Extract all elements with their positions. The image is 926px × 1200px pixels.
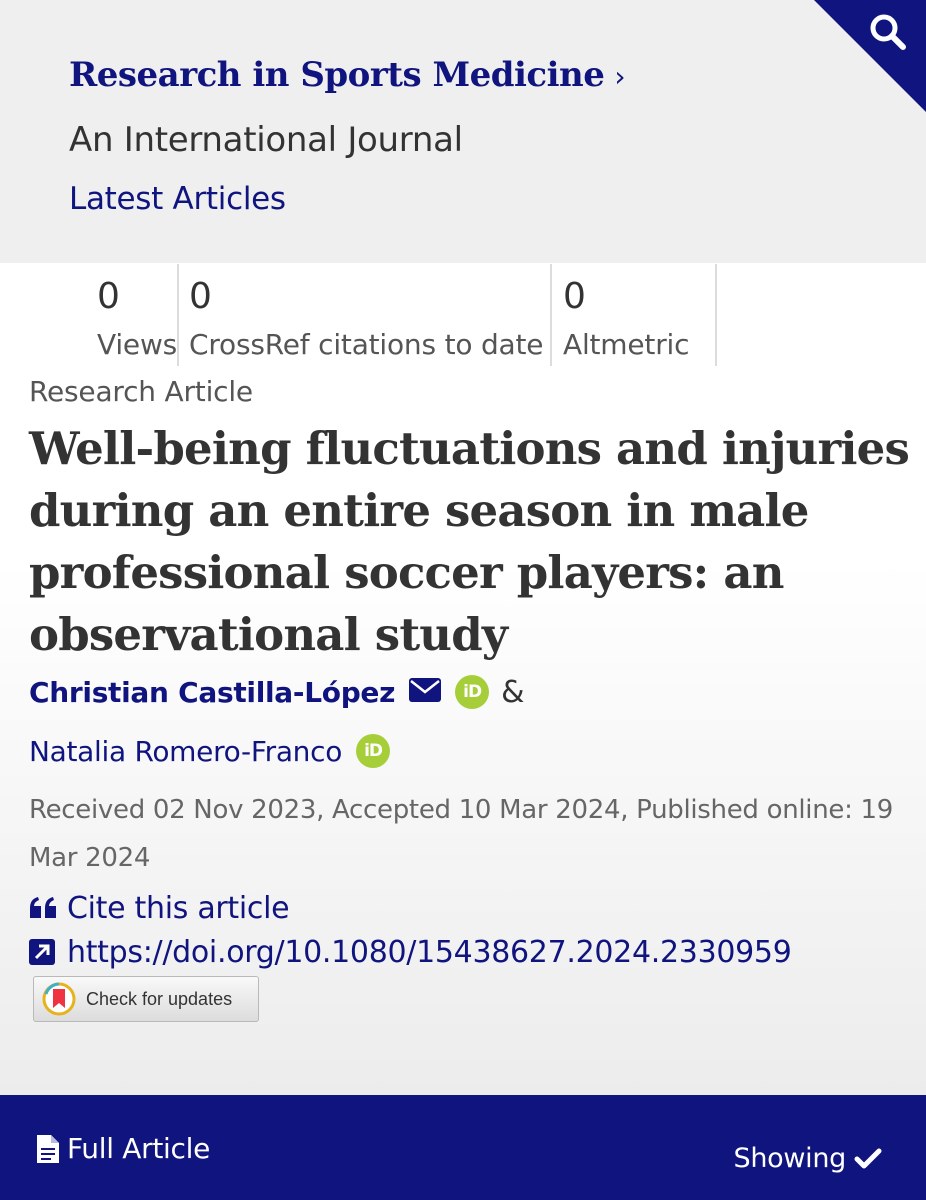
article-type: Research Article	[29, 375, 253, 408]
quote-icon	[29, 896, 63, 920]
author-link-romero-franco[interactable]: Natalia Romero-Franco	[29, 735, 342, 768]
chevron-right-icon: ›	[614, 60, 626, 93]
search-button[interactable]	[814, 0, 926, 112]
cite-label: Cite this article	[67, 890, 290, 926]
metric-label: Views	[97, 328, 178, 361]
metric-divider	[550, 264, 552, 366]
mail-icon[interactable]	[409, 678, 442, 706]
check-for-updates-button[interactable]: Check for updates	[33, 976, 259, 1022]
external-link-icon	[29, 939, 63, 965]
journal-subtitle: An International Journal	[69, 120, 463, 160]
journal-title-text: Research in Sports Medicine	[69, 55, 605, 95]
full-article-label: Full Article	[67, 1132, 211, 1165]
showing-label: Showing	[733, 1143, 846, 1174]
doi-link[interactable]: https://doi.org/10.1080/15438627.2024.23…	[29, 932, 792, 972]
publication-dates: Received 02 Nov 2023, Accepted 10 Mar 20…	[29, 795, 894, 873]
metric-divider	[715, 264, 717, 366]
showing-indicator: Showing	[733, 1143, 882, 1174]
metric-label: Altmetric	[563, 328, 690, 361]
document-icon	[37, 1134, 59, 1163]
author-link-castilla-lopez[interactable]: Christian Castilla-López	[29, 676, 395, 709]
orcid-icon[interactable]: iD	[455, 675, 490, 709]
author-line-2: Natalia Romero-Franco iD	[29, 731, 391, 771]
crossmark-icon	[42, 982, 76, 1016]
check-updates-label: Check for updates	[86, 988, 233, 1009]
bottom-tab-bar: Full Article Showing	[0, 1095, 926, 1200]
search-icon	[870, 14, 906, 50]
article-title: Well-being fluctuations and injuries dur…	[29, 422, 910, 661]
author-separator: &	[501, 674, 525, 710]
article-metrics: 0 Views 0 CrossRef citations to date 0 A…	[0, 264, 926, 368]
journal-header: Research in Sports Medicine › An Internat…	[0, 0, 926, 263]
doi-text: https://doi.org/10.1080/15438627.2024.23…	[67, 934, 792, 970]
metric-label: CrossRef citations to date	[189, 328, 544, 361]
latest-articles-link[interactable]: Latest Articles	[69, 181, 286, 217]
full-article-tab[interactable]: Full Article	[37, 1132, 210, 1165]
metric-value: 0	[97, 276, 120, 317]
checkmark-icon	[854, 1148, 882, 1168]
author-line-1: Christian Castilla-López iD &	[29, 672, 525, 712]
cite-this-article-link[interactable]: Cite this article	[29, 888, 290, 928]
journal-title-link[interactable]: Research in Sports Medicine ›	[69, 55, 626, 95]
orcid-icon[interactable]: iD	[356, 734, 391, 768]
metric-value: 0	[189, 276, 212, 317]
metric-divider	[177, 264, 179, 366]
metric-value: 0	[563, 276, 586, 317]
